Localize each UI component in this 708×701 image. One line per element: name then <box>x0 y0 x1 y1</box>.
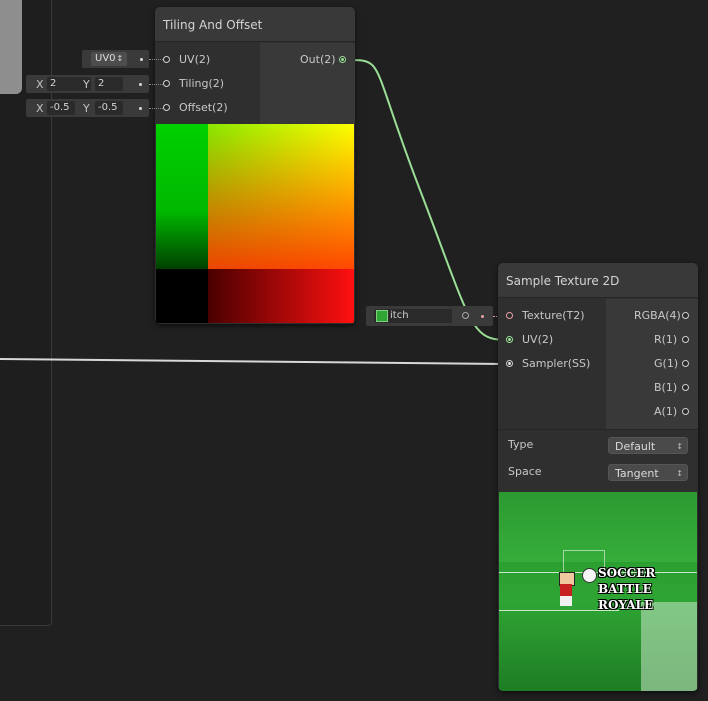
sample-input-sampler[interactable]: Sampler(SS) <box>506 356 606 372</box>
sample-output-b[interactable]: B(1) <box>618 380 692 396</box>
port-rgba-label: RGBA(4) <box>634 309 681 322</box>
offset-y-label: Y <box>83 102 90 115</box>
port-b-label: B(1) <box>654 381 678 394</box>
tiling-output-out[interactable]: Out(2) <box>295 52 351 68</box>
uv-field-dot-icon <box>140 58 143 61</box>
uv-channel-arrow-icon: ↕ <box>116 54 124 63</box>
texture-field-value: itch <box>390 310 409 321</box>
uv-channel-field: UV0↕ <box>82 50 149 68</box>
port-offset-label: Offset(2) <box>179 101 228 114</box>
sample-output-a[interactable]: A(1) <box>618 404 692 420</box>
type-dropdown-value: Default <box>615 440 656 453</box>
sample-output-rgba[interactable]: RGBA(4) <box>618 308 692 324</box>
tiling-y-label: Y <box>83 78 90 91</box>
space-label: Space <box>508 465 542 478</box>
port-sample-uv-icon[interactable] <box>506 336 513 343</box>
pitch-light-area <box>641 602 697 691</box>
preview-red-block <box>208 269 354 323</box>
sample-output-g[interactable]: G(1) <box>618 356 692 372</box>
texture-field-dot-icon <box>481 315 484 318</box>
wire-out-to-uv <box>347 59 506 341</box>
port-sampler-icon[interactable] <box>506 360 513 367</box>
tiling-input-offset[interactable]: Offset(2) <box>163 100 258 116</box>
texture-preview: SOCCER BATTLE ROYALE <box>499 492 697 691</box>
tiling-node-title[interactable]: Tiling And Offset <box>155 7 355 42</box>
port-b-icon[interactable] <box>682 384 689 391</box>
texture-picker-icon[interactable] <box>462 312 469 319</box>
offset-field-dot-icon <box>139 107 142 110</box>
offset-x-input[interactable]: -0.5 <box>47 101 75 115</box>
port-out-icon[interactable] <box>339 56 346 63</box>
sample-texture-2d-node[interactable]: Sample Texture 2D Texture(T2) UV(2) Samp… <box>498 263 698 691</box>
port-offset-icon[interactable] <box>163 104 170 111</box>
tiling-input-tiling[interactable]: Tiling(2) <box>163 76 258 92</box>
player-legs <box>560 596 572 606</box>
player-body <box>560 584 572 596</box>
port-uv-icon[interactable] <box>163 56 170 63</box>
port-tiling-label: Tiling(2) <box>179 77 225 90</box>
preview-black-block <box>156 269 208 323</box>
sample-node-title[interactable]: Sample Texture 2D <box>498 263 698 298</box>
space-dropdown-arrow-icon: ↕ <box>676 469 683 478</box>
logo-line-1: SOCCER <box>598 566 656 580</box>
type-dropdown-arrow-icon: ↕ <box>676 442 683 451</box>
space-dropdown-value: Tangent <box>615 467 659 480</box>
tiling-field-dot-icon <box>139 83 142 86</box>
logo-line-2: BATTLE <box>598 582 652 596</box>
port-a-label: A(1) <box>654 405 678 418</box>
soccer-ball-icon <box>582 568 597 583</box>
offset-connector-line <box>149 108 163 110</box>
uv-channel-dropdown[interactable]: UV0↕ <box>91 52 127 66</box>
sample-input-uv[interactable]: UV(2) <box>506 332 606 348</box>
texture-field: itch <box>366 306 493 326</box>
preview-logo-text: SOCCER BATTLE ROYALE <box>598 565 655 613</box>
port-g-icon[interactable] <box>682 360 689 367</box>
port-sample-uv-label: UV(2) <box>522 333 554 346</box>
logo-line-3: ROYALE <box>598 598 654 612</box>
tiling-input-uv[interactable]: UV(2) <box>163 52 258 68</box>
type-label: Type <box>508 438 534 451</box>
port-out-label: Out(2) <box>300 53 336 66</box>
type-dropdown[interactable]: Default ↕ <box>608 437 688 454</box>
port-texture-label: Texture(T2) <box>522 309 585 322</box>
texture-thumbnail-icon <box>376 310 388 322</box>
preview-green-block <box>156 124 208 269</box>
port-rgba-icon[interactable] <box>682 312 689 319</box>
port-r-icon[interactable] <box>682 336 689 343</box>
texture-object-field[interactable]: itch <box>374 309 452 323</box>
sample-input-texture[interactable]: Texture(T2) <box>506 308 606 324</box>
player-figure <box>557 572 575 608</box>
settings-divider <box>498 429 698 430</box>
uv-channel-value: UV0 <box>95 53 116 64</box>
preview-yellow-shade <box>208 124 354 269</box>
tiling-field: X 2 Y 2 <box>26 75 149 93</box>
wire-sampler <box>0 358 505 365</box>
offset-y-input[interactable]: -0.5 <box>95 101 123 115</box>
background-panel-tab <box>0 0 22 94</box>
port-texture-icon[interactable] <box>506 312 513 319</box>
space-dropdown[interactable]: Tangent ↕ <box>608 464 688 481</box>
tiling-and-offset-node[interactable]: Tiling And Offset UV(2) Tiling(2) Offset… <box>155 7 355 324</box>
port-a-icon[interactable] <box>682 408 689 415</box>
offset-field: X -0.5 Y -0.5 <box>26 99 149 117</box>
port-tiling-icon[interactable] <box>163 80 170 87</box>
port-r-label: R(1) <box>654 333 678 346</box>
offset-x-label: X <box>36 102 44 115</box>
port-uv-label: UV(2) <box>179 53 211 66</box>
port-sampler-label: Sampler(SS) <box>522 357 591 370</box>
tiling-y-input[interactable]: 2 <box>95 77 123 91</box>
tiling-connector-line <box>149 84 163 86</box>
port-g-label: G(1) <box>654 357 679 370</box>
uv-connector-line <box>149 59 163 61</box>
tiling-x-label: X <box>36 78 44 91</box>
sample-output-r[interactable]: R(1) <box>618 332 692 348</box>
tiling-preview <box>156 124 354 323</box>
